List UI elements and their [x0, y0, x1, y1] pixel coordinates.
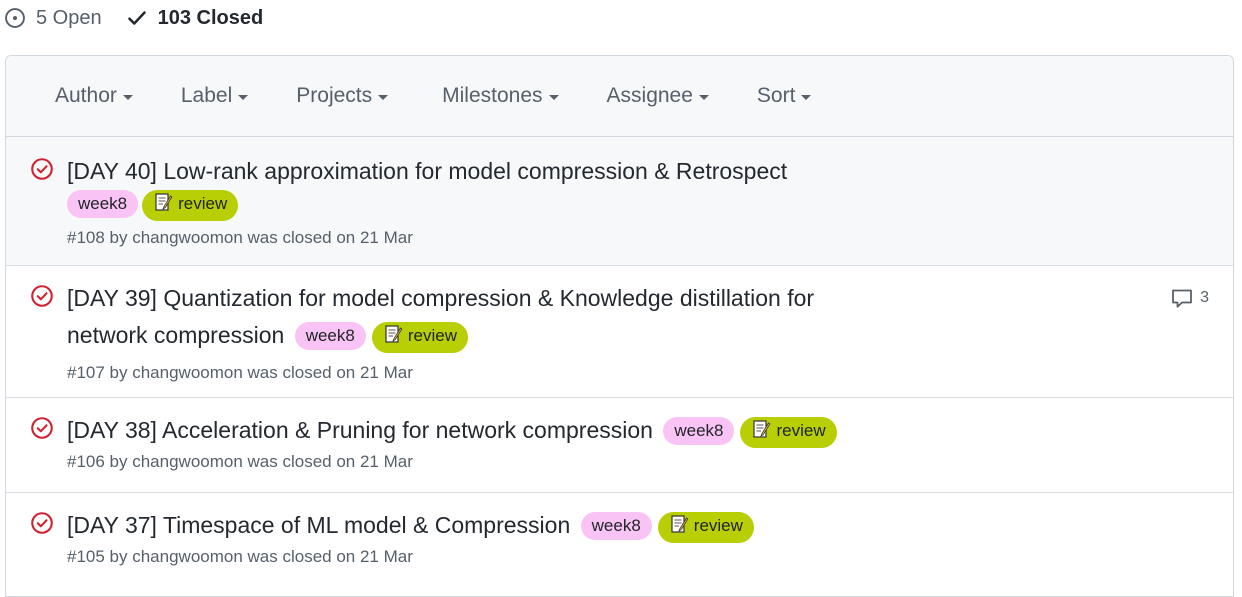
- label-review-text: review: [407, 326, 457, 345]
- label-review[interactable]: review: [657, 512, 754, 543]
- memo-icon: [383, 324, 403, 352]
- open-issues-label: 5 Open: [36, 6, 102, 29]
- issue-closed-icon: [30, 511, 54, 540]
- milestones-filter-label: Milestones: [442, 84, 543, 107]
- closed-issues-label: 103 Closed: [157, 6, 264, 29]
- issue-row: [DAY 37] Timespace of ML model & Compres…: [6, 493, 1233, 588]
- milestones-filter[interactable]: Milestones: [442, 84, 559, 108]
- caret-down-icon: [698, 95, 709, 100]
- caret-down-icon: [238, 95, 249, 100]
- label-review[interactable]: review: [371, 322, 468, 353]
- label-week8[interactable]: week8: [580, 512, 652, 540]
- issue-meta: #108 by changwoomon was closed on 21 Mar: [67, 228, 413, 247]
- label-review-text: review: [776, 421, 826, 440]
- label-review[interactable]: review: [142, 190, 239, 221]
- label-week8[interactable]: week8: [294, 322, 366, 350]
- assignee-filter-label: Assignee: [606, 84, 693, 107]
- check-icon: [126, 7, 148, 29]
- comment-icon: [1170, 286, 1194, 310]
- label-review-text: review: [178, 194, 228, 213]
- filters-bar: Author Label Projects Milestones Assigne…: [6, 56, 1233, 137]
- issue-open-icon: [4, 7, 26, 29]
- assignee-filter[interactable]: Assignee: [607, 84, 709, 108]
- issue-closed-icon: [30, 284, 54, 313]
- issue-closed-icon: [30, 157, 54, 186]
- issue-row: [DAY 39] Quantization for model compress…: [6, 266, 1233, 398]
- issue-title-link[interactable]: [DAY 37] Timespace of ML model & Compres…: [67, 512, 570, 538]
- caret-down-icon: [378, 95, 389, 100]
- label-week8[interactable]: week8: [67, 190, 139, 218]
- issue-closed-icon: [30, 416, 54, 445]
- issue-row: [DAY 38] Acceleration & Pruning for netw…: [6, 398, 1233, 493]
- issue-meta: #107 by changwoomon was closed on 21 Mar: [67, 363, 413, 382]
- memo-icon: [153, 192, 173, 220]
- issue-meta: #105 by changwoomon was closed on 21 Mar: [67, 547, 413, 566]
- issue-title-link[interactable]: [DAY 40] Low-rank approximation for mode…: [67, 153, 787, 190]
- issue-title-link[interactable]: [DAY 39] Quantization for model compress…: [67, 280, 814, 317]
- sort-filter-label: Sort: [756, 84, 796, 107]
- label-filter[interactable]: Label: [180, 84, 249, 108]
- author-filter-label: Author: [55, 84, 117, 107]
- issue-meta: #106 by changwoomon was closed on 21 Mar: [67, 452, 413, 471]
- author-filter[interactable]: Author: [55, 84, 133, 108]
- open-issues-tab[interactable]: 5 Open: [4, 7, 102, 30]
- caret-down-icon: [548, 95, 559, 100]
- projects-filter-label: Projects: [296, 84, 373, 107]
- label-review[interactable]: review: [740, 417, 837, 448]
- comments-count-link[interactable]: 3: [1170, 286, 1209, 310]
- closed-issues-tab[interactable]: 103 Closed: [126, 6, 264, 30]
- caret-down-icon: [801, 95, 812, 100]
- memo-icon: [751, 419, 771, 447]
- issue-title-link-continued[interactable]: network compression: [67, 322, 284, 348]
- comments-count: 3: [1200, 289, 1209, 306]
- issue-state-tabs: 5 Open 103 Closed: [0, 0, 263, 36]
- sort-filter[interactable]: Sort: [757, 84, 812, 108]
- issue-title-link[interactable]: [DAY 38] Acceleration & Pruning for netw…: [67, 417, 653, 443]
- label-week8[interactable]: week8: [663, 417, 735, 445]
- label-review-text: review: [693, 516, 743, 535]
- memo-icon: [669, 514, 689, 542]
- label-filter-label: Label: [180, 84, 233, 107]
- issue-row: [DAY 40] Low-rank approximation for mode…: [6, 137, 1233, 266]
- issues-list-box: Author Label Projects Milestones Assigne…: [5, 55, 1234, 597]
- caret-down-icon: [122, 95, 133, 100]
- projects-filter[interactable]: Projects: [296, 84, 389, 108]
